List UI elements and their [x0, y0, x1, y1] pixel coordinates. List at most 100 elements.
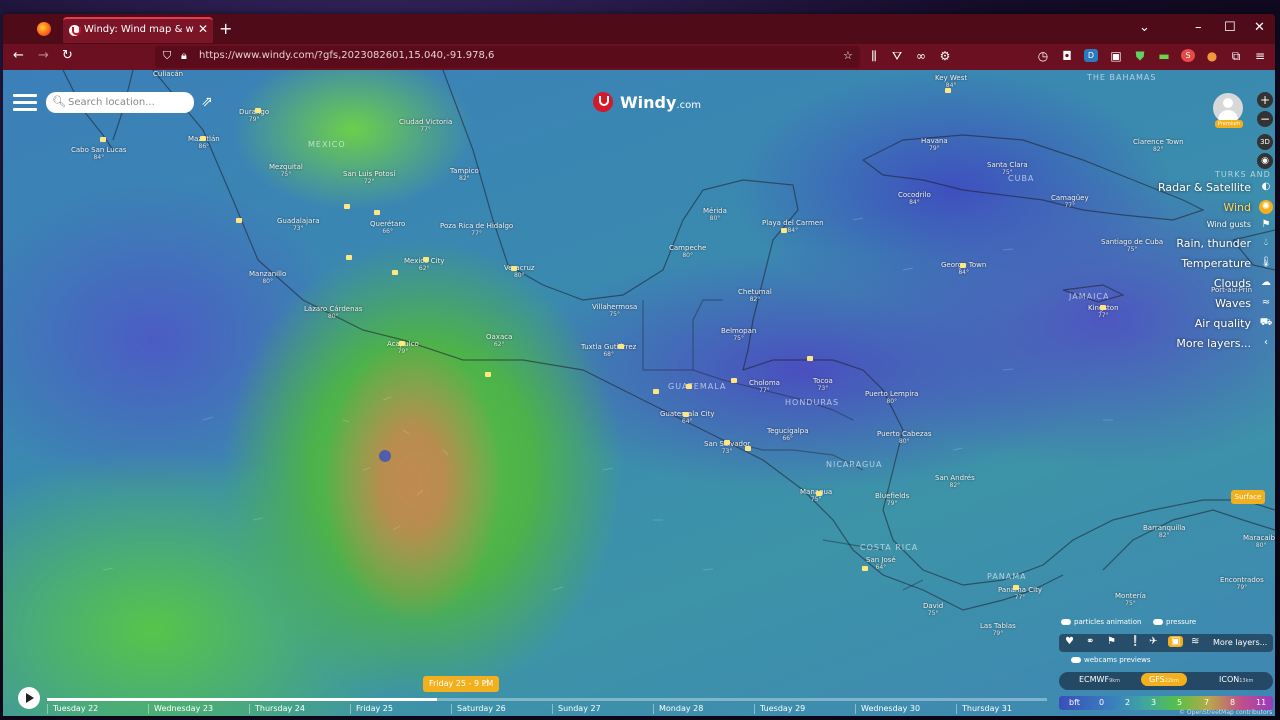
webcam-marker[interactable]: [485, 372, 491, 377]
rain-icon[interactable]: 💧︎: [1259, 237, 1273, 248]
webcam-marker[interactable]: [255, 108, 261, 113]
webcam-marker[interactable]: [344, 204, 350, 209]
extension-s-icon[interactable]: S: [1181, 49, 1195, 62]
timeline-day-label[interactable]: Friday 25: [356, 704, 393, 713]
webcam-marker[interactable]: [1013, 585, 1019, 590]
new-tab-icon[interactable]: +: [219, 19, 232, 38]
share-icon[interactable]: ⇗: [201, 94, 213, 110]
info-pin-icon[interactable]: ❕: [1129, 636, 1141, 647]
mask-icon[interactable]: ∞: [914, 49, 928, 63]
surface-level-button[interactable]: Surface: [1231, 490, 1265, 504]
timeline-day-label[interactable]: Thursday 31: [962, 704, 1012, 713]
webcam-marker[interactable]: [399, 341, 405, 346]
layer-wind[interactable]: Wind: [1223, 201, 1251, 214]
thermometer-icon[interactable]: 🌡︎: [1259, 257, 1273, 268]
extensions-puzzle-icon[interactable]: ⧉: [1229, 49, 1243, 64]
timeline-day-label[interactable]: Wednesday 30: [861, 704, 920, 713]
more-layers-link[interactable]: More layers...: [1213, 638, 1267, 647]
zoom-in-button[interactable]: +: [1257, 92, 1273, 108]
webcam-marker[interactable]: [724, 440, 730, 445]
lock-icon[interactable]: 🔒︎: [181, 49, 187, 63]
extension-screen-icon[interactable]: ▣: [1109, 49, 1123, 63]
signal-icon[interactable]: ≋: [1191, 636, 1199, 647]
main-menu-icon[interactable]: [13, 94, 37, 112]
timeline-day-label[interactable]: Thursday 24: [255, 704, 305, 713]
model-icon[interactable]: ICON13km: [1219, 675, 1253, 684]
flag-icon[interactable]: ⚑: [1107, 636, 1116, 647]
app-menu-icon[interactable]: ≡: [1253, 49, 1267, 63]
wind-icon[interactable]: ✺: [1259, 200, 1273, 214]
webcam-marker[interactable]: [862, 566, 868, 571]
webcam-marker[interactable]: [745, 446, 751, 451]
car-icon[interactable]: ⛟: [1259, 317, 1273, 330]
bookmark-star-icon[interactable]: ☆: [843, 49, 853, 62]
reload-icon[interactable]: ↻: [62, 48, 73, 63]
webcam-marker[interactable]: [511, 266, 517, 271]
extension-d-icon[interactable]: D: [1084, 49, 1098, 62]
layer-clouds[interactable]: Clouds: [1214, 277, 1251, 290]
minimize-icon[interactable]: –: [1195, 20, 1202, 35]
maximize-icon[interactable]: ☐: [1224, 20, 1236, 35]
layer-wind-gusts[interactable]: Wind gusts: [1207, 220, 1251, 229]
webcam-marker[interactable]: [1100, 305, 1106, 310]
webcam-marker[interactable]: [816, 491, 822, 496]
cloud-icon[interactable]: ☁: [1259, 277, 1273, 288]
extension-card-icon[interactable]: ▬: [1157, 49, 1171, 63]
webcam-marker[interactable]: [945, 88, 951, 93]
favorite-heart-icon[interactable]: ♥: [1065, 636, 1074, 647]
webcam-marker[interactable]: [807, 356, 813, 361]
zoom-out-button[interactable]: −: [1257, 111, 1273, 127]
back-icon[interactable]: ←: [13, 48, 24, 63]
wind-legend[interactable]: bft 0 2 3 5 7 8 11: [1059, 696, 1273, 710]
camera-icon[interactable]: ▣: [1168, 636, 1184, 647]
webcam-marker[interactable]: [653, 389, 659, 394]
webcam-marker[interactable]: [392, 270, 398, 275]
webcam-marker[interactable]: [236, 218, 242, 223]
timeline-day-label[interactable]: Tuesday 29: [760, 704, 805, 713]
layer-air-quality[interactable]: Air quality: [1195, 317, 1251, 330]
model-ecmwf[interactable]: ECMWF9km: [1079, 675, 1120, 684]
webcam-marker[interactable]: [686, 384, 692, 389]
webcams-previews-toggle[interactable]: webcams previews: [1071, 656, 1151, 664]
list-tabs-icon[interactable]: ⌄: [1139, 20, 1150, 35]
timeline-day-label[interactable]: Tuesday 22: [53, 704, 98, 713]
webcam-marker[interactable]: [374, 210, 380, 215]
shield-icon[interactable]: ⛉: [163, 49, 171, 63]
webcam-marker[interactable]: [781, 228, 787, 233]
firefox-icon[interactable]: [37, 22, 51, 36]
view-3d-button[interactable]: 3D: [1257, 134, 1273, 150]
satellite-icon[interactable]: ◐: [1259, 181, 1273, 192]
webcam-marker[interactable]: [423, 257, 429, 262]
layer-radar-satellite[interactable]: Radar & Satellite: [1158, 181, 1251, 194]
timeline-day-label[interactable]: Saturday 26: [457, 704, 506, 713]
layer-waves[interactable]: Waves: [1215, 297, 1251, 310]
timeline-day-label[interactable]: Wednesday 23: [154, 704, 213, 713]
history-icon[interactable]: ◷: [1036, 49, 1050, 63]
timeline-bar[interactable]: [47, 698, 1047, 701]
webcam-marker[interactable]: [100, 137, 106, 142]
extension-circle-icon[interactable]: ●: [1205, 49, 1219, 63]
forward-icon[interactable]: →: [38, 48, 49, 63]
pressure-toggle[interactable]: pressure: [1153, 618, 1196, 626]
close-tab-icon[interactable]: ✕: [198, 22, 208, 36]
search-location-input[interactable]: 🔍︎ Search location...: [46, 92, 194, 113]
layer-rain-thunder[interactable]: Rain, thunder: [1176, 237, 1251, 250]
webcam-marker[interactable]: [731, 378, 737, 383]
layer-temperature[interactable]: Temperature: [1181, 257, 1251, 270]
wind-gusts-icon[interactable]: ⚑: [1259, 219, 1273, 230]
pocket-save-icon[interactable]: ◘: [1060, 49, 1074, 63]
extension-shield-icon[interactable]: ⛊: [1133, 49, 1147, 64]
play-button[interactable]: [18, 687, 40, 709]
url-text[interactable]: https://www.windy.com/?gfs,2023082601,15…: [199, 50, 494, 61]
close-window-icon[interactable]: ✕: [1254, 20, 1265, 35]
webcam-marker[interactable]: [683, 412, 689, 417]
timeline-day-label[interactable]: Monday 28: [659, 704, 703, 713]
airport-icon[interactable]: ✈: [1149, 636, 1157, 647]
webcam-marker[interactable]: [618, 344, 624, 349]
model-gfs[interactable]: GFS22km: [1141, 673, 1187, 686]
chevron-left-icon[interactable]: ‹: [1259, 337, 1273, 348]
waves-icon[interactable]: ≈: [1259, 297, 1273, 308]
layer-more-layers[interactable]: More layers...: [1176, 337, 1251, 350]
settings-gear-icon[interactable]: ⚙: [938, 49, 952, 63]
locate-icon[interactable]: ◉: [1257, 153, 1273, 169]
